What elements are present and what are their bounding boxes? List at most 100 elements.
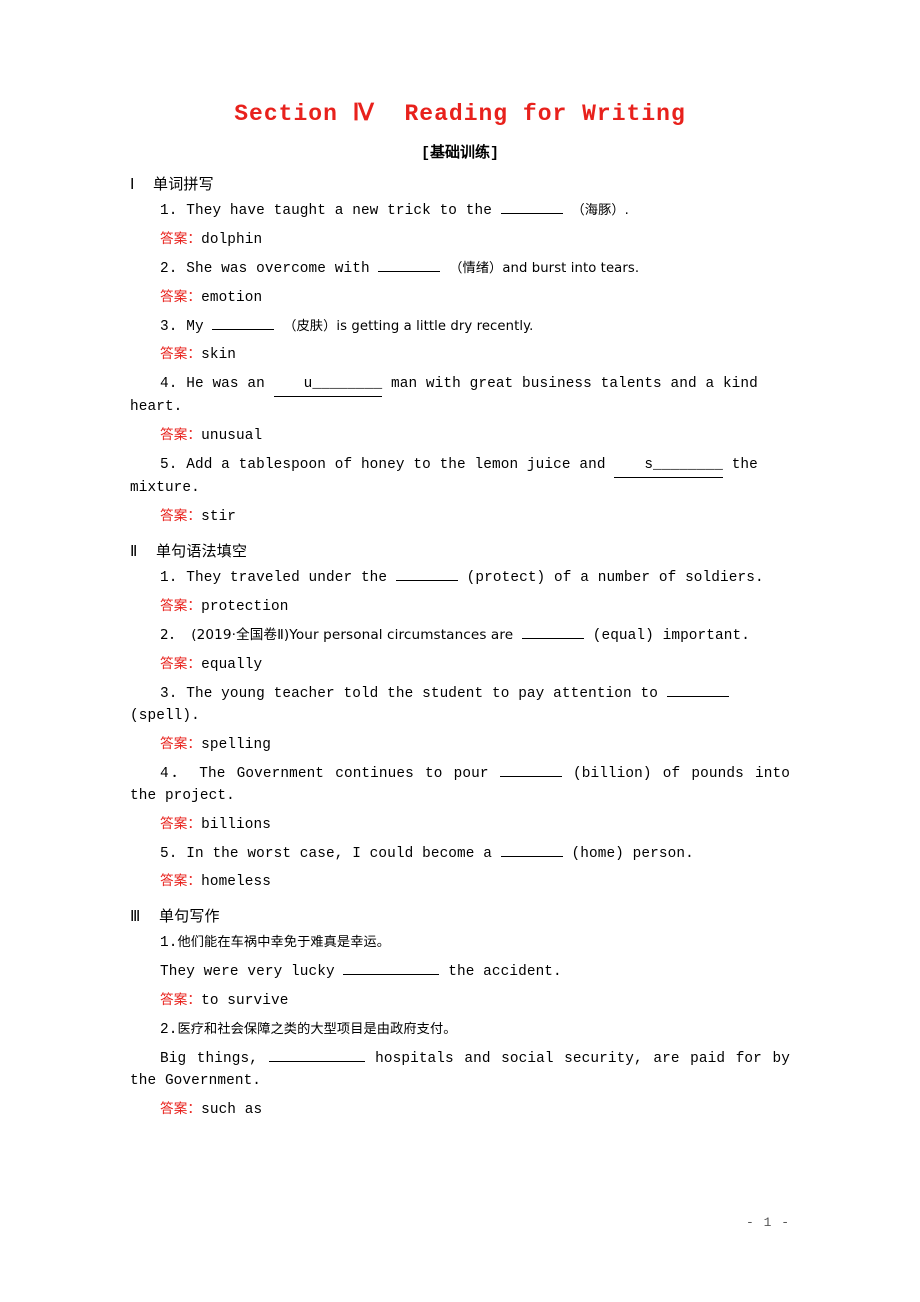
answer-line: 答案：emotion bbox=[130, 287, 790, 310]
question-hint: （海豚）. bbox=[571, 203, 629, 218]
worksheet-page: Section Ⅳ Reading for Writing [基础训练] Ⅰ 单… bbox=[0, 0, 920, 1302]
question-item: 5. In the worst case, I could become a (… bbox=[130, 844, 790, 866]
answer-line: 答案：to survive bbox=[130, 990, 790, 1013]
question-item: 3. My （皮肤）is getting a little dry recent… bbox=[130, 317, 790, 339]
question-number: 2． bbox=[160, 627, 183, 644]
answer-label: 答案： bbox=[160, 873, 202, 890]
answer-label: 答案： bbox=[160, 656, 202, 673]
question-hint: the accident. bbox=[448, 964, 562, 981]
part-heading-3: Ⅲ 单句写作 bbox=[130, 909, 220, 927]
answer-text: homeless bbox=[201, 874, 271, 891]
question-hint: （皮肤）is getting a little dry recently. bbox=[283, 318, 534, 334]
answer-label: 答案： bbox=[160, 507, 202, 524]
question-text: The Government continues to pour bbox=[199, 765, 489, 782]
answer-blank-letter: u________ bbox=[303, 376, 383, 393]
question-number: 2. bbox=[160, 260, 178, 277]
question-item-en: They were very lucky the accident. bbox=[130, 962, 790, 984]
question-item: 2.医疗和社会保障之类的大型项目是由政府支付。 bbox=[130, 1020, 790, 1042]
answer-line: 答案：dolphin bbox=[130, 229, 790, 252]
question-number: 5. bbox=[160, 457, 178, 474]
question-number: 1. bbox=[160, 203, 178, 219]
answer-blank bbox=[268, 1060, 365, 1062]
question-number: 1. bbox=[160, 569, 178, 586]
answer-label: 答案： bbox=[160, 1100, 202, 1117]
answer-line: 答案：skin bbox=[130, 344, 790, 367]
question-item-en: Big things, hospitals and social securit… bbox=[130, 1049, 790, 1093]
answer-blank-letter: s________ bbox=[644, 457, 723, 474]
answer-line: 答案：homeless bbox=[130, 871, 790, 894]
question-number: 4. bbox=[160, 376, 178, 393]
answer-label: 答案： bbox=[160, 427, 202, 444]
answer-line: 答案：spelling bbox=[130, 734, 790, 757]
question-hint: (equal) important. bbox=[592, 628, 750, 645]
answer-blank bbox=[378, 270, 441, 272]
question-text: Add a tablespoon of honey to the lemon j… bbox=[186, 457, 606, 474]
question-item: 2． (2019·全国卷Ⅱ)Your personal circumstance… bbox=[130, 625, 790, 648]
question-number: 5. bbox=[160, 845, 178, 862]
answer-line: 答案：equally bbox=[130, 654, 790, 677]
answer-label: 答案： bbox=[160, 815, 202, 832]
answer-blank bbox=[500, 855, 563, 857]
question-item: 3. The young teacher told the student to… bbox=[130, 684, 790, 728]
question-number: 1. bbox=[160, 935, 178, 952]
answer-text: such as bbox=[201, 1101, 263, 1118]
question-item: 4． The Government continues to pour (bil… bbox=[130, 764, 790, 808]
answer-blank bbox=[499, 775, 562, 777]
answer-line: 答案：stir bbox=[130, 506, 790, 529]
answer-line: 答案：unusual bbox=[130, 425, 790, 448]
answer-text: protection bbox=[201, 598, 289, 615]
answer-text: spelling bbox=[201, 737, 271, 754]
answer-blank bbox=[500, 213, 563, 214]
question-text: They traveled under the bbox=[186, 569, 388, 586]
question-item: 2. She was overcome with （情绪）and burst i… bbox=[130, 259, 790, 281]
page-title: Section Ⅳ Reading for Writing bbox=[234, 101, 686, 127]
question-text: They have taught a new trick to the bbox=[186, 203, 492, 219]
answer-text: emotion bbox=[201, 289, 263, 306]
answer-label: 答案： bbox=[160, 288, 202, 305]
part-heading-2: Ⅱ 单句语法填空 bbox=[130, 543, 248, 561]
answer-text: skin bbox=[201, 347, 237, 364]
question-number: 3. bbox=[160, 318, 178, 335]
question-hint: （情绪）and burst into tears. bbox=[449, 260, 640, 276]
question-hint: (protect) of a number of soldiers. bbox=[466, 569, 764, 586]
answer-label: 答案： bbox=[160, 992, 202, 1009]
question-text: The young teacher told the student to pa… bbox=[186, 686, 658, 703]
answer-text: equally bbox=[201, 657, 263, 674]
answer-blank-prefilled: u________ bbox=[273, 374, 383, 398]
question-text: He was an bbox=[186, 376, 265, 393]
answer-blank bbox=[212, 328, 275, 330]
question-number: 3. bbox=[160, 686, 178, 703]
answer-blank bbox=[395, 579, 458, 581]
answer-text: unusual bbox=[201, 428, 263, 445]
question-number: 2. bbox=[160, 1022, 178, 1039]
question-text: My bbox=[186, 318, 204, 335]
answer-blank bbox=[343, 974, 440, 976]
answer-label: 答案： bbox=[160, 230, 202, 247]
answer-text: billions bbox=[201, 816, 271, 833]
question-text: She was overcome with bbox=[186, 260, 370, 277]
part-heading-1: Ⅰ 单词拼写 bbox=[130, 177, 214, 194]
answer-blank bbox=[666, 696, 729, 698]
section-subtitle: [基础训练] bbox=[420, 145, 499, 162]
question-hint: (spell). bbox=[130, 708, 200, 725]
answer-blank bbox=[521, 638, 584, 640]
answer-line: 答案：protection bbox=[130, 596, 790, 619]
question-chinese: 他们能在车祸中幸免于难真是幸运。 bbox=[177, 935, 391, 951]
answer-label: 答案： bbox=[160, 597, 202, 614]
question-item: 1. They traveled under the (protect) of … bbox=[130, 568, 790, 590]
question-text: In the worst case, I could become a bbox=[186, 845, 492, 862]
question-item: 1.他们能在车祸中幸免于难真是幸运。 bbox=[130, 933, 790, 955]
answer-text: dolphin bbox=[201, 231, 263, 248]
question-item: 1. They have taught a new trick to the （… bbox=[130, 201, 790, 223]
answer-label: 答案： bbox=[160, 736, 202, 753]
page-number: - 1 - bbox=[745, 1215, 790, 1230]
question-text: (2019·全国卷Ⅱ)Your personal circumstances a… bbox=[191, 627, 514, 644]
answer-blank-prefilled: s________ bbox=[614, 455, 723, 478]
question-number: 4． bbox=[160, 765, 189, 782]
answer-label: 答案： bbox=[160, 346, 202, 363]
question-item: 5. Add a tablespoon of honey to the lemo… bbox=[130, 455, 790, 500]
answer-text: to survive bbox=[201, 993, 289, 1010]
question-chinese: 医疗和社会保障之类的大型项目是由政府支付。 bbox=[177, 1022, 457, 1038]
question-text: They were very lucky bbox=[160, 964, 335, 981]
question-hint: (home) person. bbox=[571, 845, 694, 862]
